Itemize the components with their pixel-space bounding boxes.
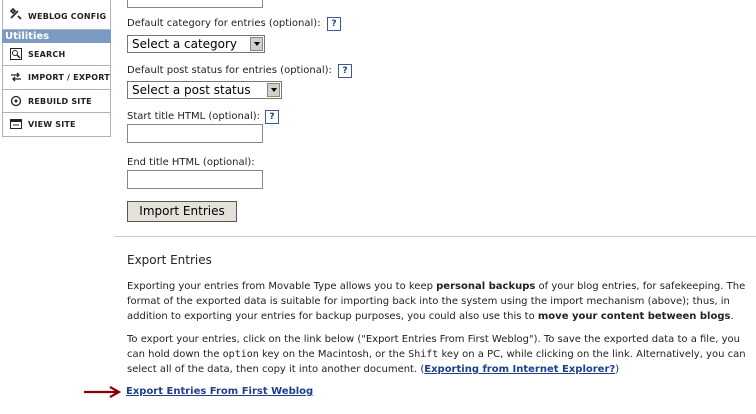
text: key on the Macintosh, or the — [258, 349, 409, 360]
sidebar-item-rebuild-site[interactable]: REBUILD SITE — [2, 90, 111, 113]
end-title-label: End title HTML (optional): — [127, 157, 255, 168]
arrow-right-icon — [84, 386, 122, 398]
chevron-down-icon — [267, 83, 280, 97]
section-divider — [114, 236, 756, 237]
chevron-down-icon — [250, 37, 263, 51]
sidebar-item-label: SEARCH — [28, 50, 66, 59]
import-entries-button[interactable]: Import Entries — [127, 201, 237, 222]
default-category-label: Default category for entries (optional): — [127, 18, 321, 29]
sidebar-item-weblog-config[interactable]: WEBLOG CONFIG — [2, 0, 111, 30]
exporting-from-ie-link[interactable]: Exporting from Internet Explorer? — [424, 364, 615, 375]
sidebar-item-label: WEBLOG CONFIG — [28, 12, 107, 21]
sidebar-item-label: REBUILD SITE — [28, 97, 92, 106]
default-category-value: Select a category — [132, 37, 238, 51]
export-paragraph-2: To export your entries, click on the lin… — [127, 332, 751, 377]
rebuild-icon — [10, 95, 22, 107]
search-icon — [10, 48, 22, 60]
export-section-title: Export Entries — [127, 253, 212, 267]
default-status-label: Default post status for entries (optiona… — [127, 65, 332, 76]
sidebar-item-import-export[interactable]: IMPORT / EXPORT — [2, 66, 111, 90]
default-status-select[interactable]: Select a post status — [127, 81, 282, 99]
sidebar-item-search[interactable]: SEARCH — [2, 43, 111, 66]
key-name: Shift — [408, 349, 439, 360]
text: . — [730, 311, 734, 322]
help-icon[interactable]: ? — [327, 17, 341, 31]
end-title-input[interactable] — [127, 170, 263, 189]
text-bold: personal backups — [436, 281, 536, 292]
start-title-input[interactable] — [127, 124, 263, 143]
view-site-icon — [10, 118, 22, 130]
text: ) — [615, 364, 620, 375]
export-entries-link[interactable]: Export Entries From First Weblog — [126, 386, 313, 397]
import-export-icon — [10, 71, 22, 83]
default-category-select[interactable]: Select a category — [127, 35, 265, 53]
start-title-label: Start title HTML (optional): — [127, 111, 261, 122]
utilities-heading: Utilities — [2, 30, 111, 43]
partial-text-field[interactable] — [127, 0, 263, 8]
text-bold: move your content between blogs — [537, 311, 731, 322]
sidebar-item-view-site[interactable]: VIEW SITE — [2, 113, 111, 137]
key-name: option — [222, 349, 259, 360]
sidebar: WEBLOG CONFIG Utilities SEARCH IMPORT / … — [0, 0, 111, 414]
default-status-value: Select a post status — [132, 83, 251, 97]
help-icon[interactable]: ? — [265, 110, 279, 124]
help-icon[interactable]: ? — [338, 64, 352, 78]
tools-icon — [9, 7, 22, 20]
text: Exporting your entries from Movable Type… — [127, 281, 437, 292]
sidebar-item-label: IMPORT / EXPORT — [28, 73, 110, 82]
export-paragraph-1: Exporting your entries from Movable Type… — [127, 279, 751, 324]
sidebar-item-label: VIEW SITE — [28, 120, 76, 129]
